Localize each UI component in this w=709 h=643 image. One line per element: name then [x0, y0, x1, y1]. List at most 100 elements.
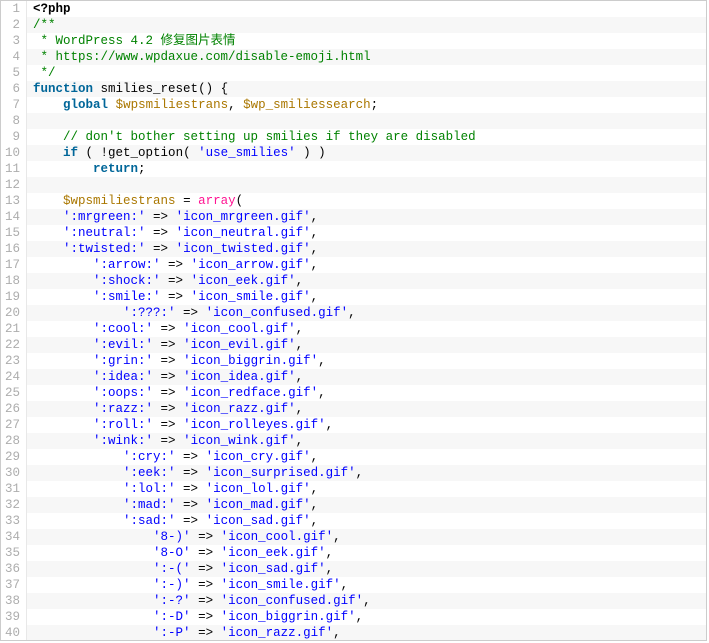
code-token: =>: [153, 322, 183, 336]
code-token: ':???:': [123, 306, 176, 320]
code-line: * https://www.wpdaxue.com/disable-emoji.…: [27, 49, 706, 65]
code-token: ,: [311, 450, 319, 464]
code-token: ,: [356, 466, 364, 480]
code-token: * https://www.wpdaxue.com/disable-emoji.…: [33, 50, 371, 64]
code-token: ,: [296, 370, 304, 384]
code-token: (: [236, 194, 244, 208]
code-token: ,: [296, 402, 304, 416]
code-line: ':roll:' => 'icon_rolleyes.gif',: [27, 417, 706, 433]
code-token: * WordPress 4.2 修复图片表情: [33, 34, 236, 48]
code-token: 'use_smilies': [198, 146, 296, 160]
code-token: ,: [311, 258, 319, 272]
line-number: 16: [5, 241, 20, 257]
code-token: =>: [176, 482, 206, 496]
code-token: ':idea:': [93, 370, 153, 384]
line-number: 3: [5, 33, 20, 49]
code-token: =>: [153, 370, 183, 384]
line-number: 29: [5, 449, 20, 465]
code-line: ':shock:' => 'icon_eek.gif',: [27, 273, 706, 289]
line-number: 18: [5, 273, 20, 289]
code-token: =>: [153, 402, 183, 416]
code-token: ,: [311, 514, 319, 528]
code-token: ':-)': [153, 578, 191, 592]
code-token: =>: [191, 594, 221, 608]
code-line: ':smile:' => 'icon_smile.gif',: [27, 289, 706, 305]
code-token: ,: [363, 594, 371, 608]
code-line: ':wink:' => 'icon_wink.gif',: [27, 433, 706, 449]
line-number: 19: [5, 289, 20, 305]
code-token: () {: [198, 82, 228, 96]
code-token: ':-(': [153, 562, 191, 576]
line-number: 10: [5, 145, 20, 161]
code-token: 'icon_rolleyes.gif': [183, 418, 326, 432]
code-token: smilies_reset: [101, 82, 199, 96]
code-token: =>: [176, 450, 206, 464]
code-token: '8-O': [153, 546, 191, 560]
line-number: 5: [5, 65, 20, 81]
code-token: ,: [311, 242, 319, 256]
code-line: '8-O' => 'icon_eek.gif',: [27, 545, 706, 561]
code-line: ':twisted:' => 'icon_twisted.gif',: [27, 241, 706, 257]
code-line: $wpsmiliestrans = array(: [27, 193, 706, 209]
code-token: ':oops:': [93, 386, 153, 400]
code-line: '8-)' => 'icon_cool.gif',: [27, 529, 706, 545]
code-token: ':grin:': [93, 354, 153, 368]
code-line: <?php: [27, 1, 706, 17]
line-number: 8: [5, 113, 20, 129]
code-token: array: [198, 194, 236, 208]
code-token: '8-)': [153, 530, 191, 544]
code-line: ':arrow:' => 'icon_arrow.gif',: [27, 257, 706, 273]
code-token: =>: [176, 514, 206, 528]
code-token: =>: [161, 258, 191, 272]
code-line: ':sad:' => 'icon_sad.gif',: [27, 513, 706, 529]
code-token: ':evil:': [93, 338, 153, 352]
line-number: 39: [5, 609, 20, 625]
line-number: 31: [5, 481, 20, 497]
code-token: ,: [296, 434, 304, 448]
code-token: ':cry:': [123, 450, 176, 464]
code-token: if: [63, 146, 78, 160]
code-token: ) ): [296, 146, 326, 160]
line-number: 37: [5, 577, 20, 593]
line-number: 32: [5, 497, 20, 513]
code-token: 'icon_razz.gif': [183, 402, 296, 416]
code-token: =>: [153, 338, 183, 352]
code-token: 'icon_cool.gif': [183, 322, 296, 336]
code-token: ,: [356, 610, 364, 624]
code-token: ,: [311, 482, 319, 496]
line-number: 28: [5, 433, 20, 449]
code-token: ,: [326, 546, 334, 560]
code-editor: 1234567891011121314151617181920212223242…: [0, 0, 707, 641]
code-token: =>: [191, 626, 221, 640]
code-token: ':smile:': [93, 290, 161, 304]
code-token: ':-?': [153, 594, 191, 608]
code-token: ':cool:': [93, 322, 153, 336]
code-token: ':twisted:': [63, 242, 146, 256]
code-line: function smilies_reset() {: [27, 81, 706, 97]
code-token: ,: [311, 498, 319, 512]
code-token: =>: [153, 418, 183, 432]
line-number: 9: [5, 129, 20, 145]
code-token: 'icon_eek.gif': [221, 546, 326, 560]
line-number: 25: [5, 385, 20, 401]
code-token: */: [33, 66, 56, 80]
code-token: =>: [153, 354, 183, 368]
code-token: =>: [153, 434, 183, 448]
code-token: 'icon_eek.gif': [191, 274, 296, 288]
code-line: /**: [27, 17, 706, 33]
code-line: */: [27, 65, 706, 81]
code-line: ':???:' => 'icon_confused.gif',: [27, 305, 706, 321]
code-token: ,: [318, 354, 326, 368]
code-token: =>: [176, 306, 206, 320]
code-line: ':cool:' => 'icon_cool.gif',: [27, 321, 706, 337]
code-token: ,: [296, 274, 304, 288]
code-token: ':-P': [153, 626, 191, 640]
code-line: ':razz:' => 'icon_razz.gif',: [27, 401, 706, 417]
code-line: [27, 113, 706, 129]
code-token: 'icon_evil.gif': [183, 338, 296, 352]
line-number: 33: [5, 513, 20, 529]
line-number: 17: [5, 257, 20, 273]
code-token: $wpsmiliestrans: [63, 194, 176, 208]
code-token: =>: [146, 226, 176, 240]
code-token: ,: [333, 530, 341, 544]
